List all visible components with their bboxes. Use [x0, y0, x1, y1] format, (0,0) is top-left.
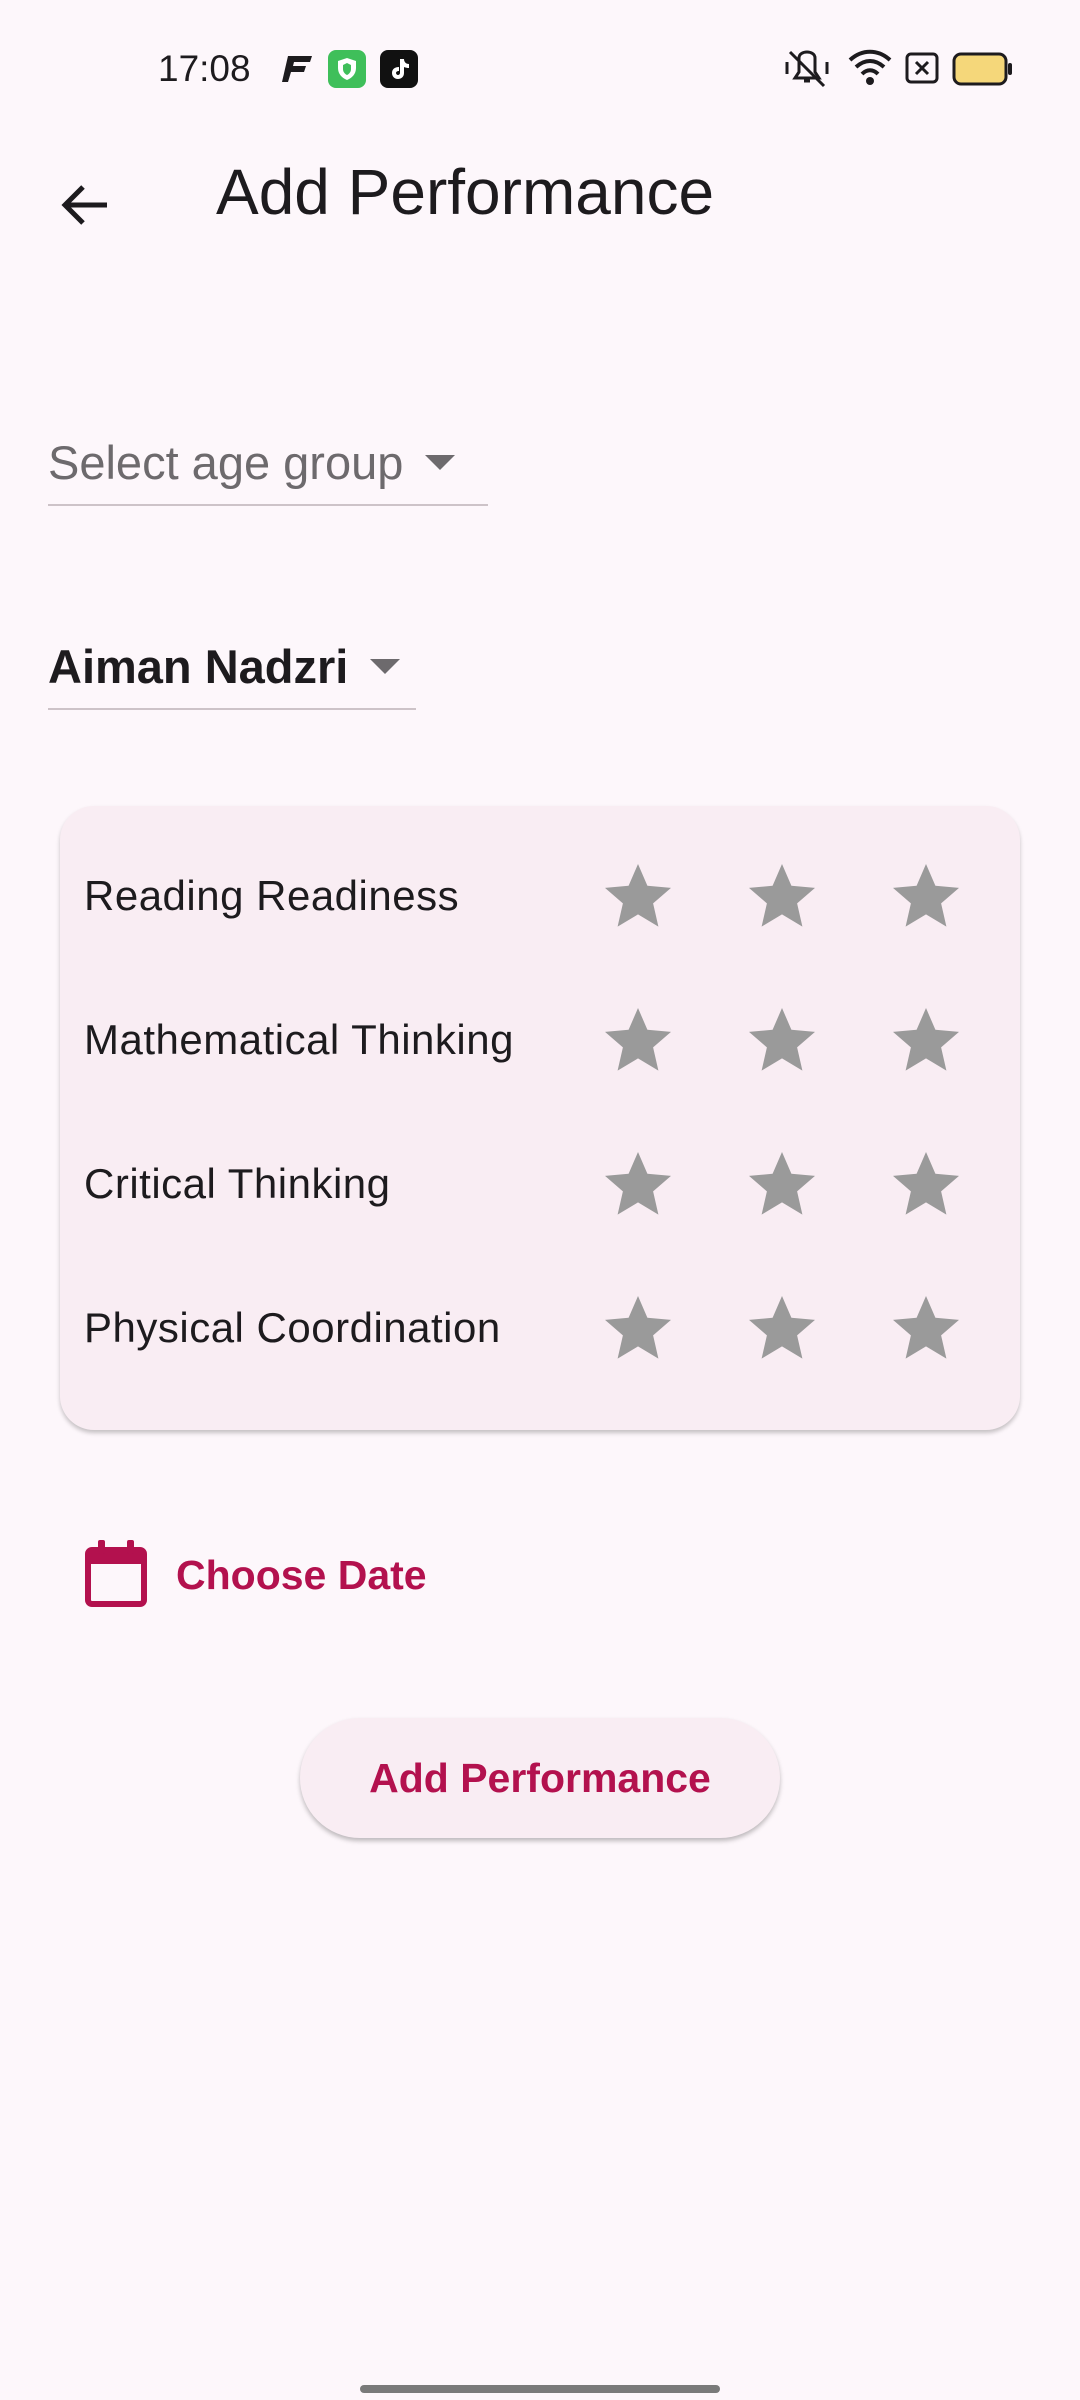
star-icon[interactable] — [890, 860, 962, 932]
ratings-card: Reading Readiness Mathematical Thinking Cr… — [60, 806, 1020, 1430]
star-icon[interactable] — [746, 1004, 818, 1076]
status-time: 17:08 — [158, 48, 251, 89]
age-group-placeholder: Select age group — [48, 435, 404, 489]
rating-label: Mathematical Thinking — [84, 1016, 514, 1063]
dropdown-arrow-icon — [370, 658, 401, 674]
rating-row: Reading Readiness — [60, 824, 1020, 968]
page-title: Add Performance — [216, 156, 715, 228]
choose-date-button[interactable]: Choose Date — [84, 1536, 427, 1614]
rating-label: Critical Thinking — [84, 1160, 391, 1207]
star-icon[interactable] — [746, 1148, 818, 1220]
star-icon[interactable] — [890, 1292, 962, 1364]
flipboard-icon — [278, 50, 316, 88]
rating-label: Physical Coordination — [84, 1304, 501, 1351]
star-icon[interactable] — [602, 1292, 674, 1364]
tiktok-icon — [380, 50, 418, 88]
sim-x-icon — [904, 48, 940, 93]
wifi-icon — [848, 48, 892, 93]
status-bar: 17:08 — [0, 0, 1080, 140]
choose-date-label: Choose Date — [176, 1551, 427, 1598]
star-icon[interactable] — [602, 1148, 674, 1220]
app-bar: Add Performance — [0, 140, 1080, 250]
rating-label: Reading Readiness — [84, 872, 460, 919]
shield-app-icon — [328, 50, 366, 88]
star-icon[interactable] — [746, 1292, 818, 1364]
student-selected-value: Aiman Nadzri — [48, 639, 349, 693]
battery-icon — [952, 52, 1014, 91]
vibrate-off-icon — [784, 48, 830, 95]
calendar-icon — [84, 1538, 148, 1613]
arrow-back-icon — [59, 179, 111, 236]
rating-row: Critical Thinking — [60, 1112, 1020, 1256]
rating-row: Mathematical Thinking — [60, 968, 1020, 1112]
rating-row: Physical Coordination — [60, 1256, 1020, 1400]
home-indicator[interactable] — [360, 2385, 720, 2393]
back-button[interactable] — [40, 162, 130, 252]
star-icon[interactable] — [602, 860, 674, 932]
student-dropdown[interactable]: Aiman Nadzri — [48, 624, 416, 710]
age-group-dropdown[interactable]: Select age group — [48, 420, 488, 506]
star-icon[interactable] — [890, 1004, 962, 1076]
dropdown-arrow-icon — [425, 454, 456, 470]
star-icon[interactable] — [746, 860, 818, 932]
add-performance-label: Add Performance — [369, 1754, 711, 1801]
add-performance-screen: 17:08 Add Performance Select age group A… — [0, 0, 1080, 2400]
star-icon[interactable] — [602, 1004, 674, 1076]
add-performance-button[interactable]: Add Performance — [300, 1718, 780, 1838]
star-icon[interactable] — [890, 1148, 962, 1220]
